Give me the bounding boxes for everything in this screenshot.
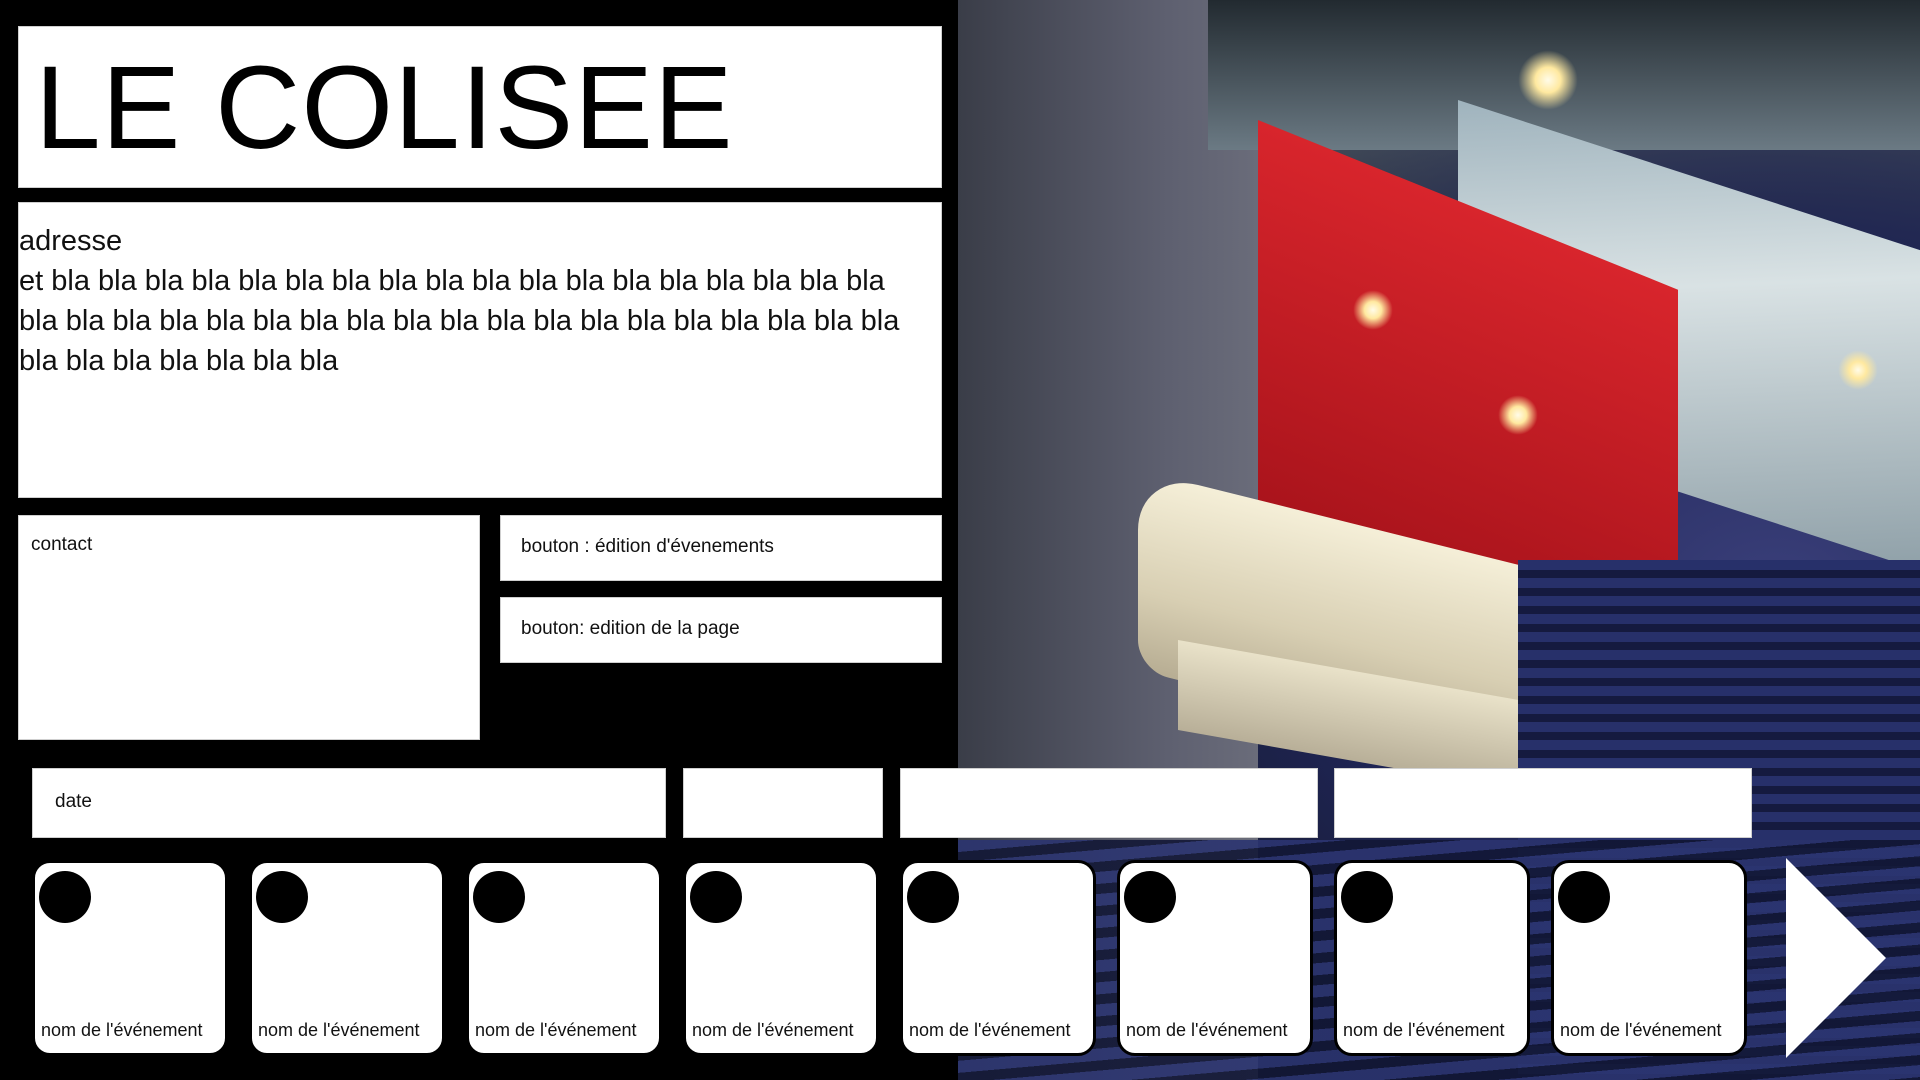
event-card[interactable]: nom de l'événement [1551,860,1747,1056]
event-card[interactable]: nom de l'événement [249,860,445,1056]
contact-box: contact [18,515,480,740]
event-card[interactable]: nom de l'événement [900,860,1096,1056]
tab-2[interactable] [683,768,883,838]
description-line: bla bla bla bla bla bla bla bla bla bla … [19,305,900,337]
edit-page-button[interactable]: bouton: edition de la page [500,597,942,663]
edit-events-button-label: bouton : édition d'évenements [521,536,774,557]
event-name: nom de l'événement [692,1020,854,1040]
event-name: nom de l'événement [258,1020,420,1040]
venue-title-box: LE COLISEE [18,26,942,188]
event-card[interactable]: nom de l'événement [1117,860,1313,1056]
description-line: bla bla bla bla bla bla bla [19,345,339,377]
event-name: nom de l'événement [909,1020,1071,1040]
contact-label: contact [31,534,93,555]
event-name: nom de l'événement [475,1020,637,1040]
tab-3[interactable] [900,768,1318,838]
page-title: LE COLISEE [35,42,734,174]
edit-events-button[interactable]: bouton : édition d'évenements [500,515,942,581]
tab-date-label: date [55,791,92,812]
circle-icon [473,871,525,923]
circle-icon [39,871,91,923]
venue-description-box: adresse et bla bla bla bla bla bla bla b… [18,202,942,498]
event-name: nom de l'événement [1343,1020,1505,1040]
description-line: et bla bla bla bla bla bla bla bla bla b… [19,265,885,297]
address-label: adresse [19,225,123,257]
edit-page-button-label: bouton: edition de la page [521,618,740,639]
circle-icon [1558,871,1610,923]
tab-4[interactable] [1334,768,1752,838]
circle-icon [1341,871,1393,923]
event-card[interactable]: nom de l'événement [1334,860,1530,1056]
circle-icon [907,871,959,923]
circle-icon [1124,871,1176,923]
event-card[interactable]: nom de l'événement [466,860,662,1056]
event-card[interactable]: nom de l'événement [683,860,879,1056]
circle-icon [690,871,742,923]
circle-icon [256,871,308,923]
event-name: nom de l'événement [1126,1020,1288,1040]
event-card[interactable]: nom de l'événement [32,860,228,1056]
event-name: nom de l'événement [41,1020,203,1040]
triangle-right-icon[interactable] [1786,858,1886,1058]
event-name: nom de l'événement [1560,1020,1722,1040]
tab-date[interactable]: date [32,768,666,838]
